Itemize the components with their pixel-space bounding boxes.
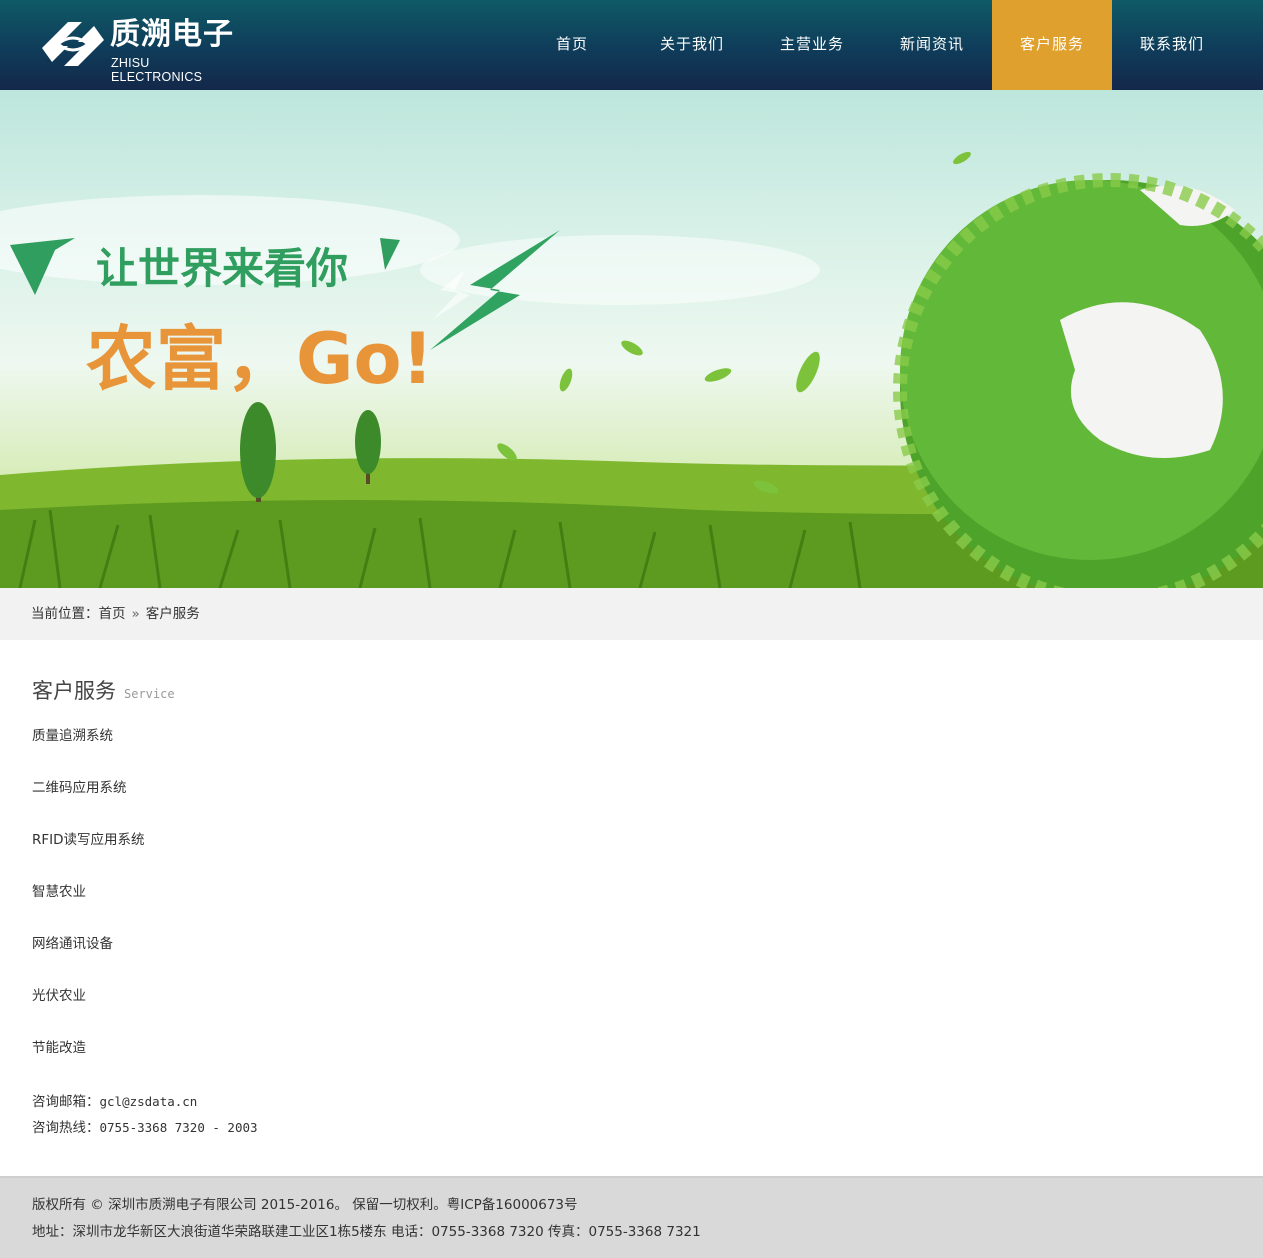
service-list: 质量追溯系统 二维码应用系统 RFID读写应用系统 智慧农业 网络通讯设备 光伏… [32, 725, 145, 1089]
logo-chinese-name: 质溯电子 [110, 17, 234, 52]
footer-address: 地址：深圳市龙华新区大浪街道华荣路联建工业区1栋5楼东 电话：0755-3368… [32, 1224, 701, 1240]
breadcrumb: 当前位置：首页 » 客户服务 [0, 588, 1263, 640]
service-item: 智慧农业 [32, 884, 86, 900]
breadcrumb-prefix: 当前位置： [31, 606, 99, 622]
breadcrumb-separator: » [131, 606, 140, 622]
site-footer: 版权所有 © 深圳市质溯电子有限公司 2015-2016。 保留一切权利。粤IC… [0, 1176, 1263, 1258]
logo-english-name: ZHISU ELECTRONICS [111, 56, 203, 84]
contact-info: 咨询邮箱：gcl@zsdata.cn 咨询热线：0755-3368 7320 -… [32, 1089, 258, 1141]
nav-item-home[interactable]: 首页 [512, 0, 632, 90]
email-value[interactable]: gcl@zsdata.cn [100, 1094, 198, 1109]
nav-item-news[interactable]: 新闻资讯 [872, 0, 992, 90]
banner-headline: 农富，Go! [86, 318, 433, 400]
section-title-en: Service [124, 687, 175, 701]
breadcrumb-current: 客户服务 [145, 606, 200, 622]
logo-mark-icon [42, 22, 104, 66]
service-item: 质量追溯系统 [32, 728, 113, 744]
site-header: 质溯电子 ZHISU ELECTRONICS 首页 关于我们 主营业务 新闻资讯… [0, 0, 1263, 90]
contact-email-row: 咨询邮箱：gcl@zsdata.cn [32, 1089, 258, 1115]
service-item: 光伏农业 [32, 988, 86, 1004]
main-content: 客户服务 Service 质量追溯系统 二维码应用系统 RFID读写应用系统 智慧… [0, 640, 1263, 1175]
banner-illustration: 让世界来看你 农富，Go! [0, 151, 1263, 588]
hero-banner: 让世界来看你 农富，Go! [0, 90, 1263, 588]
hotline-label: 咨询热线： [32, 1120, 100, 1136]
nav-item-business[interactable]: 主营业务 [752, 0, 872, 90]
section-title: 客户服务 Service [32, 675, 175, 705]
nav-item-service[interactable]: 客户服务 [992, 0, 1112, 90]
service-item: 二维码应用系统 [32, 780, 127, 796]
footer-copyright: 版权所有 © 深圳市质溯电子有限公司 2015-2016。 保留一切权利。粤IC… [32, 1197, 578, 1213]
section-title-cn: 客户服务 [32, 679, 116, 703]
service-item: 网络通讯设备 [32, 936, 113, 952]
main-nav: 首页 关于我们 主营业务 新闻资讯 客户服务 联系我们 [512, 0, 1232, 90]
email-label: 咨询邮箱： [32, 1094, 100, 1110]
breadcrumb-home-link[interactable]: 首页 [99, 606, 126, 622]
service-item: RFID读写应用系统 [32, 832, 145, 848]
site-logo[interactable]: 质溯电子 ZHISU ELECTRONICS [38, 16, 238, 84]
contact-hotline-row: 咨询热线：0755-3368 7320 - 2003 [32, 1115, 258, 1141]
service-item: 节能改造 [32, 1040, 86, 1056]
nav-item-about[interactable]: 关于我们 [632, 0, 752, 90]
banner-slogan: 让世界来看你 [96, 244, 348, 293]
globe-icon [893, 173, 1263, 588]
hotline-value: 0755-3368 7320 - 2003 [99, 1120, 258, 1135]
nav-item-contact[interactable]: 联系我们 [1112, 0, 1232, 90]
